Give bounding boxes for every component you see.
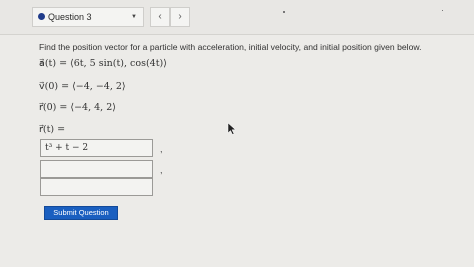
caret-down-icon: ▼ [131, 14, 137, 20]
acceleration-equation: a⃗(t) = ⟨6t, 5 sin(t), cos(4t)⟩ [39, 58, 167, 69]
question-label: Question 3 [48, 12, 92, 22]
comma-separator: , [160, 144, 163, 154]
stray-dot [283, 11, 285, 13]
question-toolbar: Question 3 ▼ ‹ › [0, 0, 474, 35]
question-selector[interactable]: Question 3 ▼ [32, 7, 144, 27]
comma-separator: , [160, 165, 163, 175]
next-question-button[interactable]: › [170, 7, 190, 27]
mouse-cursor-icon [227, 123, 237, 135]
initial-velocity-equation: v⃗(0) = ⟨−4, −4, 2⟩ [39, 81, 126, 92]
answer-input-y[interactable] [40, 160, 153, 178]
stray-dot-small [442, 10, 443, 11]
previous-question-button[interactable]: ‹ [150, 7, 170, 27]
answer-input-z[interactable] [40, 178, 153, 196]
question-prompt: Find the position vector for a particle … [39, 42, 422, 52]
status-dot-icon [38, 13, 45, 20]
initial-position-equation: r⃗(0) = ⟨−4, 4, 2⟩ [39, 102, 116, 113]
submit-question-button[interactable]: Submit Question [44, 206, 118, 220]
position-vector-label: r⃗(t) = [39, 124, 66, 135]
answer-input-x[interactable]: t³ + t − 2 [40, 139, 153, 157]
